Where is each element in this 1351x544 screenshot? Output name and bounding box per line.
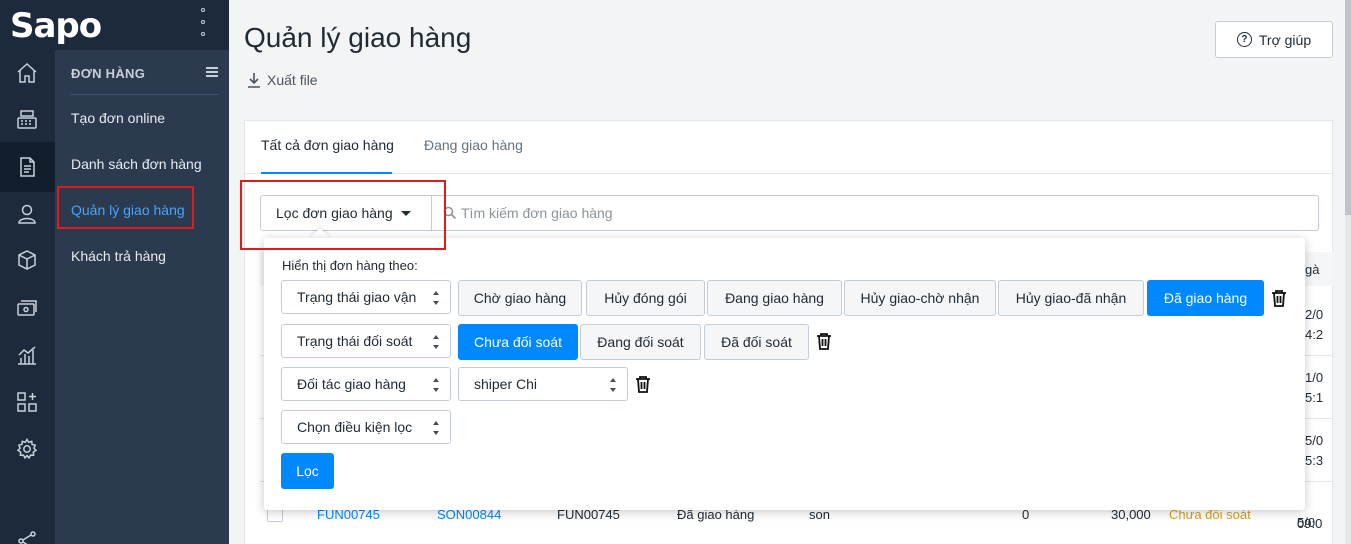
home-icon[interactable]	[12, 58, 42, 88]
select-label: Trạng thái giao vận	[297, 289, 417, 305]
option-cancel-returned[interactable]: Hủy giao-đã nhận	[998, 280, 1144, 316]
settings-icon[interactable]	[12, 434, 42, 464]
shipping-status-select[interactable]: Trạng thái giao vận	[281, 280, 451, 314]
select-arrows-icon	[432, 291, 440, 305]
filter-condition-select[interactable]: Chọn điều kiện lọc	[281, 410, 451, 444]
page-scrollbar[interactable]	[1345, 0, 1351, 544]
apply-filter-button[interactable]: Lọc	[281, 453, 334, 489]
popover-title: Hiển thị đơn hàng theo:	[282, 258, 418, 273]
help-label: Trợ giúp	[1258, 31, 1312, 48]
more-vertical-icon[interactable]	[197, 8, 209, 36]
highlight-box-menu	[57, 186, 194, 229]
table-header-date: gà	[1305, 262, 1320, 277]
tab-all-shipments[interactable]: Tất cả đơn giao hàng	[261, 137, 394, 153]
download-icon	[248, 73, 260, 88]
export-file-button[interactable]: Xuất file	[247, 72, 318, 88]
option-reconciled[interactable]: Đã đối soát	[704, 324, 809, 360]
submenu-item-order-list[interactable]: Danh sách đơn hàng	[71, 156, 202, 172]
divider	[71, 94, 218, 95]
page-title: Quản lý giao hàng	[244, 22, 472, 53]
product-box-icon[interactable]	[12, 245, 42, 275]
submenu-item-customer-returns[interactable]: Khách trả hàng	[71, 248, 166, 264]
table-cell: 5/0	[1305, 433, 1324, 448]
hamburger-icon[interactable]	[206, 67, 218, 77]
cashbook-icon[interactable]	[12, 293, 42, 323]
option-cancel-awaiting-return[interactable]: Hủy giao-chờ nhận	[844, 280, 996, 316]
partner-value: shiper Chi	[474, 376, 538, 392]
orders-icon[interactable]	[12, 152, 42, 182]
cash-register-icon[interactable]	[12, 104, 42, 134]
logo-bar: Sapo	[0, 0, 229, 50]
export-file-label: Xuất file	[267, 72, 318, 88]
option-cancel-packing[interactable]: Hủy đóng gói	[586, 280, 705, 316]
report-chart-icon[interactable]	[12, 340, 42, 370]
icon-rail	[0, 0, 55, 544]
select-arrows-icon	[432, 421, 440, 435]
search-input[interactable]	[461, 202, 1061, 224]
customer-icon[interactable]	[12, 199, 42, 229]
select-arrows-icon	[609, 378, 617, 392]
filter-popover: Hiển thị đơn hàng theo: Trạng thái giao …	[264, 238, 1305, 510]
submenu-heading: ĐƠN HÀNG	[71, 66, 146, 81]
help-icon: ?	[1236, 32, 1252, 47]
apps-icon[interactable]	[12, 387, 42, 417]
tab-shipping-in-progress[interactable]: Đang giao hàng	[424, 137, 523, 153]
table-cell: 1/0	[1305, 370, 1324, 385]
option-waiting-delivery[interactable]: Chờ giao hàng	[458, 280, 582, 316]
table-cell: 5:3	[1305, 453, 1324, 468]
tabs-divider	[245, 173, 1334, 174]
share-icon[interactable]	[12, 526, 42, 544]
option-reconciling[interactable]: Đang đối soát	[580, 324, 701, 360]
table-cell: 2/0	[1305, 307, 1324, 322]
shipping-partner-select[interactable]: Đối tác giao hàng	[281, 367, 451, 401]
option-delivered[interactable]: Đã giao hàng	[1147, 280, 1264, 316]
select-arrows-icon	[432, 378, 440, 392]
table-cell: 4:2	[1305, 327, 1324, 342]
trash-icon[interactable]	[1271, 289, 1287, 307]
help-button[interactable]: ? Trợ giúp	[1215, 21, 1333, 58]
option-delivering[interactable]: Đang giao hàng	[707, 280, 842, 316]
table-cell: 5:1	[1305, 390, 1324, 405]
select-arrows-icon	[432, 335, 440, 349]
partner-value-select[interactable]: shiper Chi	[458, 367, 628, 401]
submenu-item-create-online-order[interactable]: Tạo đơn online	[71, 110, 165, 126]
active-tab-underline	[261, 172, 392, 174]
select-label: Đối tác giao hàng	[297, 376, 406, 392]
scrollbar-thumb[interactable]	[1345, 0, 1351, 215]
select-label: Chọn điều kiện lọc	[297, 419, 413, 435]
table-cell-time: 09:0	[1297, 516, 1323, 531]
trash-icon[interactable]	[635, 375, 651, 393]
sapo-logo[interactable]: Sapo	[10, 6, 102, 46]
reconcile-status-select[interactable]: Trạng thái đối soát	[281, 324, 451, 358]
option-not-reconciled[interactable]: Chưa đối soát	[458, 324, 578, 360]
trash-icon[interactable]	[816, 332, 832, 350]
orders-submenu: ĐƠN HÀNG Tạo đơn online Danh sách đơn hà…	[55, 50, 229, 544]
highlight-box-filter	[240, 180, 446, 250]
select-label: Trạng thái đối soát	[297, 333, 413, 349]
